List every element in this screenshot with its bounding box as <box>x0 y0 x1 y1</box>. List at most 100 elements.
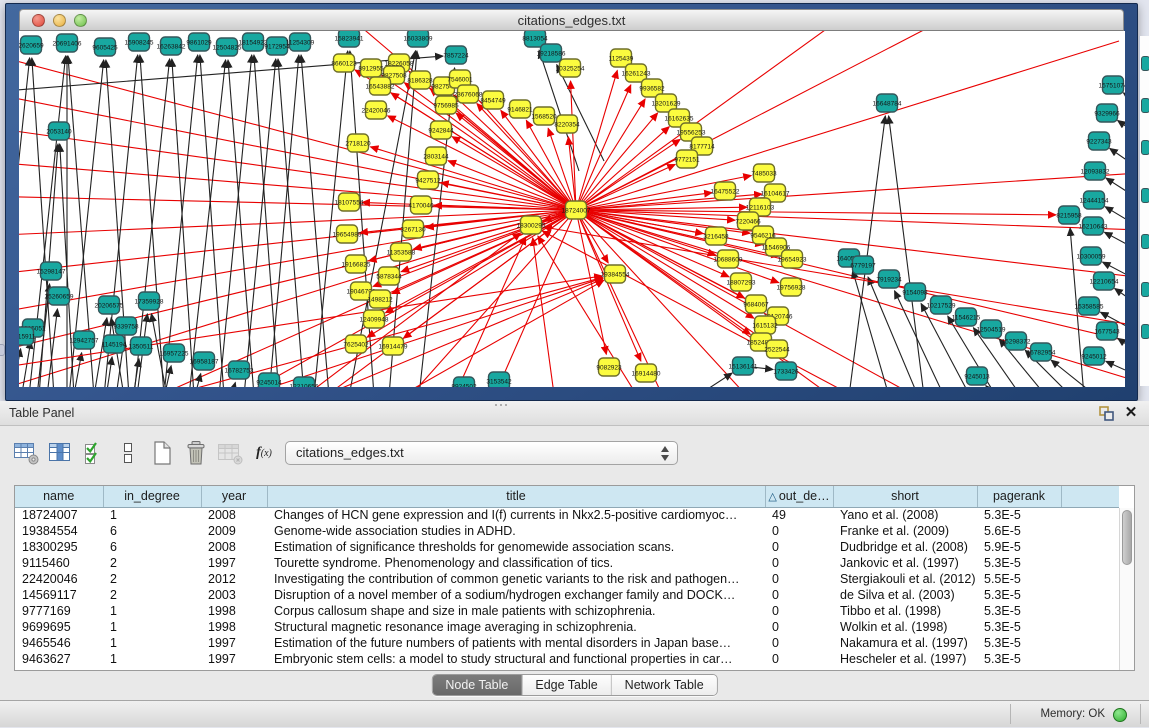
graph-node[interactable]: 16210643 <box>1079 217 1108 235</box>
graph-node[interactable]: 9684067 <box>743 295 769 313</box>
graph-node[interactable]: 16475522 <box>711 182 740 200</box>
graph-node[interactable]: 9146821 <box>507 100 533 118</box>
graph-node[interactable]: 9082923 <box>596 358 622 376</box>
graph-node[interactable]: 19654985 <box>333 225 362 243</box>
graph-node[interactable]: 12504825 <box>213 38 242 56</box>
table-scrollbar[interactable] <box>1119 508 1134 670</box>
graph-node[interactable]: 11353588 <box>387 243 416 261</box>
graph-node[interactable]: 6779197 <box>850 256 876 274</box>
float-panel-icon[interactable] <box>1098 405 1115 422</box>
graph-node[interactable]: 9427512 <box>415 171 441 189</box>
table-row[interactable]: 969969511998Structural magnetic resonanc… <box>15 619 1119 635</box>
graph-node[interactable]: 16782753 <box>225 361 254 379</box>
graph-node[interactable]: 1350511 <box>129 337 154 355</box>
graph-node[interactable]: 10217529 <box>927 296 956 314</box>
table-row[interactable]: 1830029562008Estimation of significance … <box>15 539 1119 555</box>
graph-node[interactable]: 23676068 <box>454 85 483 103</box>
graph-node[interactable]: 1677543 <box>1094 322 1120 340</box>
graph-node[interactable]: 1568520 <box>531 107 557 125</box>
graph-node[interactable]: 9861029 <box>186 33 212 51</box>
graph-node[interactable]: 17359928 <box>135 292 164 310</box>
column-header-name[interactable]: name <box>15 486 103 507</box>
graph-node[interactable]: 8186328 <box>407 71 433 89</box>
graph-node[interactable]: 18724007 <box>562 201 591 219</box>
delete-column-button[interactable] <box>180 437 212 469</box>
graph-node[interactable]: 16958187 <box>190 352 219 370</box>
graph-node[interactable]: 16263842 <box>157 37 186 55</box>
graph-node[interactable]: 2522544 <box>764 340 790 358</box>
graph-node[interactable]: 8220354 <box>554 115 580 133</box>
graph-node[interactable]: 7485033 <box>751 164 777 182</box>
graph-node[interactable]: 8924502 <box>451 377 477 387</box>
graph-node[interactable]: 15751074 <box>1099 76 1125 94</box>
graph-node[interactable]: 9227343 <box>1086 132 1112 150</box>
table-row[interactable]: 946362711997Embryonic stem cells: a mode… <box>15 651 1119 667</box>
graph-node[interactable]: 2803144 <box>423 147 449 165</box>
splitter-handle-icon[interactable] <box>494 403 508 407</box>
graph-node[interactable]: 12210654 <box>1090 272 1119 290</box>
graph-node[interactable]: 16033809 <box>404 31 433 47</box>
tab-edge-table[interactable]: Edge Table <box>521 675 610 695</box>
network-canvas-svg[interactable]: 1872400718300295193845549427512181075544… <box>19 31 1125 387</box>
column-header-year[interactable]: year <box>201 486 267 507</box>
graph-node[interactable]: 15823941 <box>335 31 364 47</box>
tab-node-table[interactable]: Node Table <box>432 675 521 695</box>
network-file-select[interactable]: citations_edges.txt <box>285 441 678 465</box>
graph-node[interactable]: 11546215 <box>952 308 981 326</box>
graph-node[interactable]: 9339758 <box>113 317 139 335</box>
graph-node[interactable]: 1733426 <box>773 362 799 380</box>
graph-node[interactable]: 4170046 <box>408 196 434 214</box>
graph-node[interactable]: 18107554 <box>335 193 364 211</box>
graph-node[interactable]: 8215958 <box>1056 206 1082 224</box>
graph-node[interactable]: 9245014 <box>256 373 282 387</box>
graph-node[interactable]: 19384554 <box>601 265 630 283</box>
graph-node[interactable]: 2718120 <box>345 134 371 152</box>
graph-node[interactable]: 15358585 <box>1075 297 1104 315</box>
graph-node[interactable]: 9756985 <box>433 96 459 114</box>
hidden-panel-handle[interactable] <box>0 344 5 356</box>
network-canvas[interactable]: 1872400718300295193845549427512181075544… <box>19 31 1125 387</box>
graph-node[interactable]: 1498212 <box>367 290 393 308</box>
graph-node[interactable]: 7919234 <box>876 270 902 288</box>
graph-node[interactable]: 1615132 <box>752 316 778 334</box>
select-columns-button[interactable] <box>78 437 110 469</box>
column-header-short[interactable]: short <box>833 486 977 507</box>
graph-node[interactable]: 16914479 <box>379 337 408 355</box>
network-window-titlebar[interactable]: citations_edges.txt <box>19 9 1124 31</box>
graph-node[interactable]: 15298147 <box>37 262 66 280</box>
graph-node[interactable]: 7625402 <box>343 335 369 353</box>
graph-node[interactable]: 10688609 <box>714 250 743 268</box>
table-row[interactable]: 1938455462009Genome-wide association stu… <box>15 523 1119 539</box>
network-view-window[interactable]: citations_edges.txt 18724007183002951938… <box>5 3 1138 401</box>
column-header-title[interactable]: title <box>267 486 765 507</box>
graph-node[interactable]: 12504519 <box>977 320 1006 338</box>
graph-node[interactable]: 9154098 <box>902 283 928 301</box>
graph-node[interactable]: 15908245 <box>125 33 154 51</box>
graph-node[interactable]: 15136141 <box>729 357 758 375</box>
graph-node[interactable]: 19218586 <box>537 44 566 62</box>
table-scrollbar-thumb[interactable] <box>1122 510 1132 565</box>
graph-node[interactable]: 8912955 <box>358 59 384 77</box>
graph-node[interactable]: 25260659 <box>45 287 74 305</box>
graph-node[interactable]: 3153542 <box>486 372 512 387</box>
graph-node[interactable]: 8454749 <box>480 91 506 109</box>
graph-node[interactable]: 11254309 <box>286 33 315 51</box>
column-header-out_de[interactable]: △out_de… <box>765 486 833 507</box>
table-row[interactable]: 1456911722003Disruption of a novel membe… <box>15 587 1119 603</box>
graph-node[interactable]: 16648784 <box>873 94 902 112</box>
table-row[interactable]: 2242004622012Investigating the contribut… <box>15 571 1119 587</box>
graph-node[interactable]: 8660123 <box>331 54 357 72</box>
graph-node[interactable]: 16914480 <box>632 364 661 382</box>
graph-node[interactable]: 16957225 <box>160 344 189 362</box>
graph-node[interactable]: 2053140 <box>46 122 72 140</box>
graph-node[interactable]: 20206575 <box>95 296 124 314</box>
node-table-grid[interactable]: namein_degreeyeartitle△out_de…shortpager… <box>15 486 1119 667</box>
graph-node[interactable]: 9245012 <box>1081 347 1107 365</box>
graph-node[interactable]: 16543882 <box>366 77 395 95</box>
graph-node[interactable]: 3216458 <box>703 227 729 245</box>
graph-node[interactable]: 5878344 <box>376 267 402 285</box>
table-row[interactable]: 911546021997Tourette syndrome. Phenomeno… <box>15 555 1119 571</box>
graph-node[interactable]: 2620659 <box>19 36 44 54</box>
graph-node[interactable]: 9605425 <box>92 38 118 56</box>
graph-node[interactable]: 15298372 <box>1002 332 1031 350</box>
